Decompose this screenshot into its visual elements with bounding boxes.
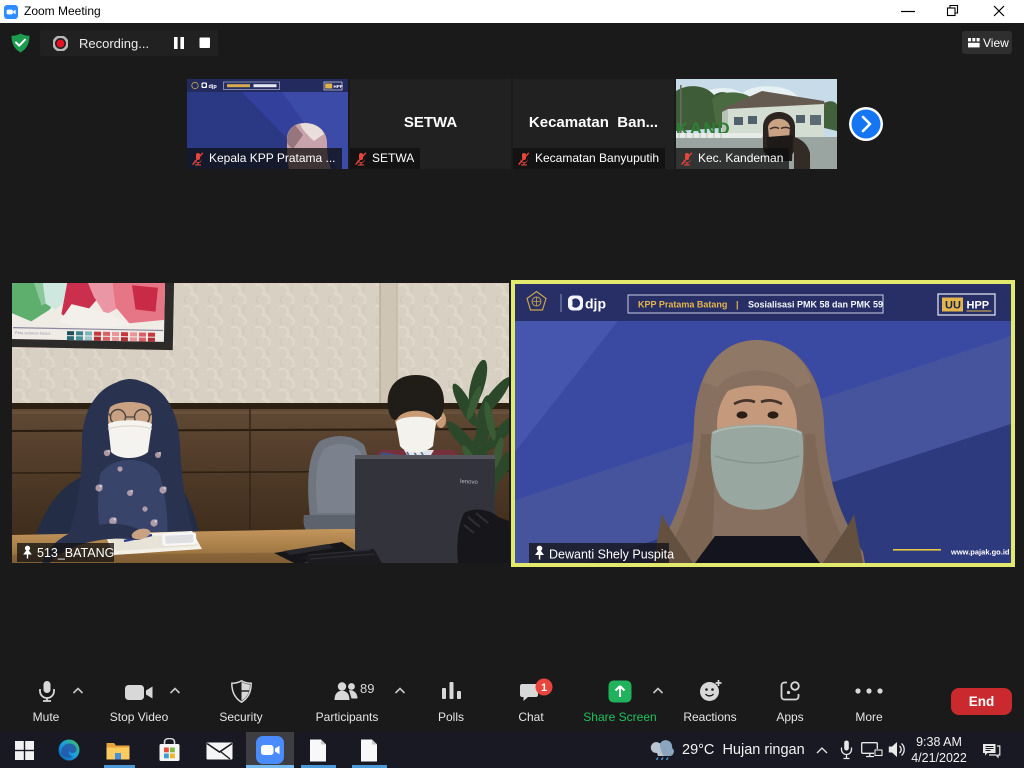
svg-text:Sosialisasi PMK 58 dan PMK 59: Sosialisasi PMK 58 dan PMK 59 [748, 300, 883, 310]
svg-text:djp: djp [585, 296, 606, 312]
svg-text:UU: UU [945, 300, 961, 312]
svg-text:Peta sebaran kasus: Peta sebaran kasus [15, 330, 50, 336]
svg-text:KPP Pratama Batang: KPP Pratama Batang [638, 300, 727, 310]
svg-text:1: 1 [541, 682, 547, 694]
svg-text:www.pajak.go.id: www.pajak.go.id [950, 548, 1010, 557]
svg-text:djp: djp [209, 84, 218, 90]
svg-text:Dewanti Shely Puspita: Dewanti Shely Puspita [549, 548, 674, 562]
svg-text:|: | [736, 300, 739, 310]
svg-text:513_BATANG: 513_BATANG [37, 546, 114, 560]
svg-text:HPP: HPP [334, 84, 343, 89]
svg-text:lenovo: lenovo [460, 479, 479, 486]
svg-text:HPP: HPP [967, 300, 990, 312]
